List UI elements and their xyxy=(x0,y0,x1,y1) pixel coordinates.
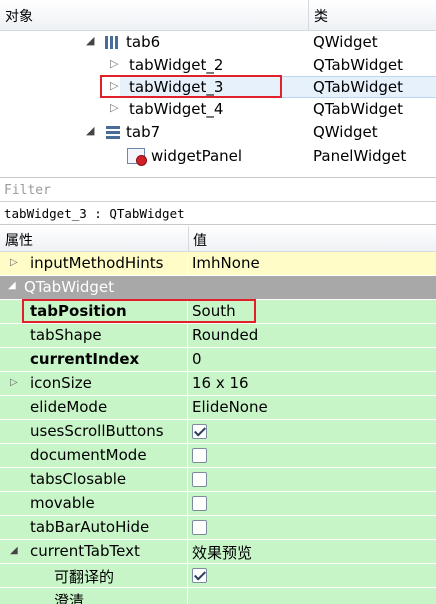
section-title: QTabWidget xyxy=(24,278,115,296)
property-value-spinbox[interactable]: 0 xyxy=(192,350,202,368)
tree-item-label: tabWidget_2 xyxy=(129,56,224,74)
property-name: tabShape xyxy=(30,326,102,344)
tree-item-label: widgetPanel xyxy=(151,147,243,165)
panel-widget-icon xyxy=(127,148,147,166)
property-name: tabPosition xyxy=(30,302,127,320)
property-value-dropdown[interactable]: ElideNone xyxy=(192,398,268,416)
object-inspector-header: 对象 类 xyxy=(0,0,436,31)
tree-item-label: tabWidget_4 xyxy=(129,100,224,118)
tree-item-class: QTabWidget xyxy=(313,100,404,118)
expand-arrow-icon[interactable]: ▷ xyxy=(10,377,18,388)
property-name: 澄清 xyxy=(54,592,85,604)
object-title-label: tabWidget_3 : QTabWidget xyxy=(4,206,185,221)
property-name: tabsClosable xyxy=(30,470,127,488)
expand-arrow-icon[interactable]: ▷ xyxy=(110,79,118,92)
tree-item-label: tab6 xyxy=(126,33,161,51)
property-value-dropdown[interactable]: Rounded xyxy=(192,326,258,344)
filter-bar xyxy=(0,179,436,202)
widget-icon xyxy=(105,36,120,49)
property-row-tab-bar-auto-hide[interactable]: tabBarAutoHide xyxy=(0,516,436,540)
property-row-current-tab-text[interactable]: ◢ currentTabText 效果预览 xyxy=(0,540,436,564)
property-row-input-method-hints[interactable]: ▷ inputMethodHints ImhNone xyxy=(0,252,436,276)
property-checkbox[interactable] xyxy=(192,472,207,487)
property-name: usesScrollButtons xyxy=(30,422,164,440)
collapse-arrow-icon[interactable]: ◢ xyxy=(8,280,16,291)
property-name: movable xyxy=(30,494,95,512)
property-value-text[interactable]: 效果预览 xyxy=(192,542,252,563)
layout-icon xyxy=(106,126,120,139)
tree-item-class: QWidget xyxy=(313,33,378,51)
property-checkbox[interactable] xyxy=(192,520,207,535)
column-header-property[interactable]: 属性 xyxy=(5,230,33,250)
property-name: tabBarAutoHide xyxy=(30,518,150,536)
property-name: iconSize xyxy=(30,374,92,392)
expand-arrow-icon[interactable]: ▷ xyxy=(110,101,118,114)
tree-item-label: tabWidget_3 xyxy=(129,78,224,96)
property-checkbox[interactable] xyxy=(192,568,207,583)
property-row-elide-mode[interactable]: elideMode ElideNone xyxy=(0,396,436,420)
collapse-arrow-icon[interactable]: ◢ xyxy=(10,545,18,556)
collapse-arrow-icon[interactable]: ◢ xyxy=(86,34,94,47)
property-name: currentTabText xyxy=(30,542,140,560)
property-value[interactable]: 16 x 16 xyxy=(192,374,249,392)
property-row-movable[interactable]: movable xyxy=(0,492,436,516)
column-header-value[interactable]: 值 xyxy=(193,230,207,250)
column-divider[interactable] xyxy=(308,0,309,31)
property-name: 可翻译的 xyxy=(54,568,115,586)
column-divider[interactable] xyxy=(188,226,189,252)
expand-arrow-icon[interactable]: ▷ xyxy=(110,57,118,70)
property-section-qtabwidget[interactable]: ◢ QTabWidget xyxy=(0,276,436,300)
tree-item-class: QWidget xyxy=(313,123,378,141)
property-row-uses-scroll-buttons[interactable]: usesScrollButtons xyxy=(0,420,436,444)
tree-item-class: PanelWidget xyxy=(313,147,407,165)
tree-row-tab6[interactable]: ◢ tab6 QWidget xyxy=(0,31,436,54)
collapse-arrow-icon[interactable]: ◢ xyxy=(86,124,94,137)
tree-row-tabwidget-4[interactable]: ▷ tabWidget_4 QTabWidget xyxy=(0,98,436,121)
property-checkbox[interactable] xyxy=(192,448,207,463)
property-checkbox[interactable] xyxy=(192,424,207,439)
tree-row-widgetpanel[interactable]: widgetPanel PanelWidget xyxy=(0,145,436,168)
property-row-tabs-closable[interactable]: tabsClosable xyxy=(0,468,436,492)
filter-input[interactable] xyxy=(0,179,436,202)
property-name: elideMode xyxy=(30,398,108,416)
tree-item-class: QTabWidget xyxy=(313,56,404,74)
property-row-current-index[interactable]: currentIndex 0 xyxy=(0,348,436,372)
tree-row-tabwidget-2[interactable]: ▷ tabWidget_2 QTabWidget xyxy=(0,54,436,77)
property-name: currentIndex xyxy=(30,350,140,368)
property-value[interactable]: ImhNone xyxy=(192,254,260,272)
column-header-object[interactable]: 对象 xyxy=(5,6,33,26)
expand-arrow-icon[interactable]: ▷ xyxy=(10,257,18,268)
selected-object-title: tabWidget_3 : QTabWidget xyxy=(0,203,436,225)
tree-item-class: QTabWidget xyxy=(313,78,404,96)
tree-row-tab7[interactable]: ◢ tab7 QWidget xyxy=(0,121,436,144)
property-row-tab-shape[interactable]: tabShape Rounded xyxy=(0,324,436,348)
property-row-icon-size[interactable]: ▷ iconSize 16 x 16 xyxy=(0,372,436,396)
property-row-document-mode[interactable]: documentMode xyxy=(0,444,436,468)
property-name: documentMode xyxy=(30,446,147,464)
property-value-dropdown[interactable]: South xyxy=(192,302,236,320)
tree-item-label: tab7 xyxy=(126,123,161,141)
property-row-disambiguation[interactable]: 澄清 xyxy=(0,588,436,604)
object-inspector: 对象 类 ◢ tab6 QWidget ▷ tabWidget_2 QTabWi… xyxy=(0,0,436,178)
property-row-tab-position[interactable]: tabPosition South xyxy=(0,300,436,324)
tree-row-tabwidget-3[interactable]: ▷ tabWidget_3 QTabWidget xyxy=(0,76,436,99)
property-name: inputMethodHints xyxy=(30,254,164,272)
property-editor-header: 属性 值 xyxy=(0,226,436,252)
column-header-class[interactable]: 类 xyxy=(314,6,328,26)
property-checkbox[interactable] xyxy=(192,496,207,511)
property-row-translatable[interactable]: 可翻译的 xyxy=(0,564,436,588)
